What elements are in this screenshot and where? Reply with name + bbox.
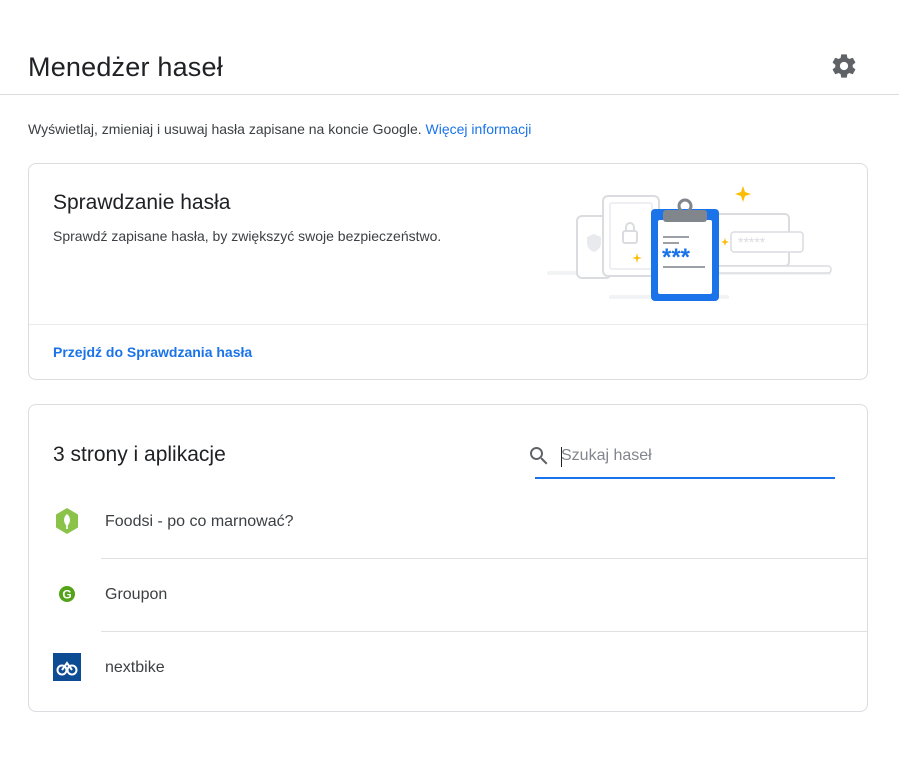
password-check-illustration: ***** ***	[547, 182, 837, 307]
groupon-icon: G	[53, 580, 81, 608]
intro-description: Wyświetlaj, zmieniaj i usuwaj hasła zapi…	[28, 121, 422, 137]
nextbike-icon	[53, 653, 81, 681]
search-input[interactable]	[561, 440, 831, 472]
header: Menedżer haseł	[0, 0, 899, 95]
page-title: Menedżer haseł	[28, 52, 223, 82]
list-item-name: Foodsi - po co marnować?	[105, 513, 294, 530]
list-item-foodsi[interactable]: Foodsi - po co marnować?	[29, 485, 867, 558]
saved-passwords-card: 3 strony i aplikacje Foodsi - po co marn…	[28, 404, 868, 712]
go-to-password-check-link[interactable]: Przejdź do Sprawdzania hasła	[53, 344, 252, 360]
gear-icon[interactable]	[830, 52, 858, 80]
svg-text:*****: *****	[738, 234, 766, 250]
svg-text:G: G	[62, 588, 71, 602]
saved-passwords-count-title: 3 strony i aplikacje	[53, 443, 226, 466]
card-divider	[29, 324, 867, 325]
intro-text: Wyświetlaj, zmieniaj i usuwaj hasła zapi…	[28, 120, 531, 138]
search-underline	[535, 477, 835, 479]
password-check-title: Sprawdzanie hasła	[53, 191, 231, 214]
list-item-nextbike[interactable]: nextbike	[29, 631, 867, 704]
foodsi-icon	[53, 507, 81, 535]
list-item-groupon[interactable]: G Groupon	[29, 558, 867, 631]
password-check-description: Sprawdź zapisane hasła, by zwiększyć swo…	[53, 228, 442, 244]
search-box[interactable]	[527, 438, 845, 480]
list-item-name: nextbike	[105, 659, 165, 676]
more-info-link[interactable]: Więcej informacji	[426, 121, 532, 137]
search-icon	[527, 444, 551, 468]
masked-password-text: ***	[662, 244, 691, 271]
password-check-card: Sprawdzanie hasła Sprawdź zapisane hasła…	[28, 163, 868, 380]
list-item-name: Groupon	[105, 586, 168, 603]
text-cursor	[561, 447, 562, 467]
